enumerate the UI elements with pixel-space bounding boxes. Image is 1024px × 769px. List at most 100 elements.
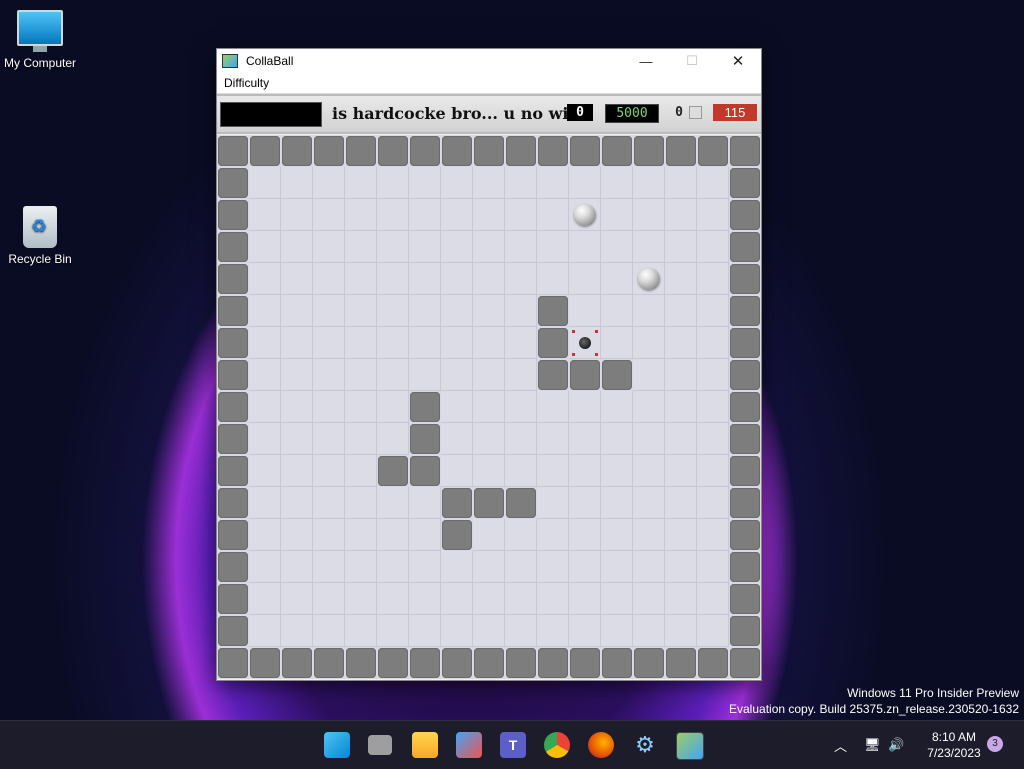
wall-block bbox=[730, 264, 760, 294]
wall-block bbox=[730, 392, 760, 422]
window-title: CollaBall bbox=[246, 54, 294, 68]
chrome-icon[interactable] bbox=[544, 732, 570, 758]
floor-tile bbox=[473, 615, 505, 647]
floor-tile bbox=[345, 487, 377, 519]
wall-block bbox=[602, 136, 632, 166]
wall-block bbox=[730, 360, 760, 390]
firefox-icon[interactable] bbox=[588, 732, 614, 758]
floor-tile bbox=[441, 391, 473, 423]
wall-block bbox=[538, 296, 568, 326]
floor-tile bbox=[377, 551, 409, 583]
wall-block bbox=[346, 648, 376, 678]
wall-block bbox=[218, 296, 248, 326]
notification-badge[interactable]: 3 bbox=[987, 736, 1003, 752]
wall-block bbox=[282, 136, 312, 166]
floor-tile bbox=[665, 455, 697, 487]
floor-tile bbox=[633, 167, 665, 199]
floor-tile bbox=[473, 199, 505, 231]
wall-block bbox=[250, 648, 280, 678]
store-icon[interactable] bbox=[456, 732, 482, 758]
wall-block bbox=[698, 136, 728, 166]
minimize-button[interactable]: — bbox=[623, 49, 669, 73]
desktop-icon-my-computer[interactable]: My Computer bbox=[0, 10, 80, 70]
floor-tile bbox=[441, 583, 473, 615]
game-board[interactable] bbox=[217, 135, 761, 679]
floor-tile bbox=[249, 231, 281, 263]
floor-tile bbox=[569, 551, 601, 583]
floor-tile bbox=[505, 615, 537, 647]
wall-block bbox=[730, 520, 760, 550]
wall-block bbox=[314, 136, 344, 166]
network-icon[interactable]: 🖥 bbox=[864, 721, 881, 769]
wall-block bbox=[730, 328, 760, 358]
floor-tile bbox=[633, 295, 665, 327]
floor-tile bbox=[537, 583, 569, 615]
floor-tile bbox=[633, 231, 665, 263]
item-count: 0 bbox=[675, 105, 683, 120]
hole-marker bbox=[595, 330, 598, 333]
floor-tile bbox=[345, 423, 377, 455]
wall-block bbox=[474, 136, 504, 166]
start-icon[interactable] bbox=[324, 732, 350, 758]
floor-tile bbox=[377, 391, 409, 423]
floor-tile bbox=[601, 263, 633, 295]
floor-tile bbox=[313, 263, 345, 295]
floor-tile bbox=[441, 263, 473, 295]
floor-tile bbox=[281, 519, 313, 551]
floor-tile bbox=[537, 167, 569, 199]
wall-block bbox=[730, 456, 760, 486]
floor-tile bbox=[665, 519, 697, 551]
wall-block bbox=[634, 648, 664, 678]
wall-block bbox=[442, 648, 472, 678]
floor-tile bbox=[697, 583, 729, 615]
task-view-icon[interactable] bbox=[368, 735, 392, 755]
floor-tile bbox=[441, 167, 473, 199]
desktop-icon-recycle-bin[interactable]: Recycle Bin bbox=[0, 206, 80, 266]
floor-tile bbox=[601, 583, 633, 615]
floor-tile bbox=[345, 583, 377, 615]
lives-counter: 0 bbox=[567, 104, 593, 121]
floor-tile bbox=[345, 519, 377, 551]
floor-tile bbox=[697, 295, 729, 327]
wall-block bbox=[730, 616, 760, 646]
wall-block bbox=[218, 360, 248, 390]
metal-ball[interactable] bbox=[574, 204, 596, 226]
floor-tile bbox=[409, 487, 441, 519]
floor-tile bbox=[505, 167, 537, 199]
metal-ball[interactable] bbox=[638, 268, 660, 290]
wall-block bbox=[410, 648, 440, 678]
floor-tile bbox=[601, 295, 633, 327]
wall-block bbox=[410, 136, 440, 166]
wall-block bbox=[314, 648, 344, 678]
wall-block bbox=[442, 520, 472, 550]
wall-block bbox=[538, 360, 568, 390]
computer-icon bbox=[17, 10, 63, 52]
tray-chevron-icon[interactable]: ︿ bbox=[834, 721, 847, 769]
settings-icon[interactable]: ⚙ bbox=[632, 732, 658, 758]
desktop-icon-label: Recycle Bin bbox=[8, 252, 72, 266]
floor-tile bbox=[377, 615, 409, 647]
clock[interactable]: 8:10 AM 7/23/2023 bbox=[910, 729, 998, 761]
floor-tile bbox=[313, 327, 345, 359]
wall-block bbox=[730, 488, 760, 518]
teams-icon[interactable]: T bbox=[500, 732, 526, 758]
floor-tile bbox=[313, 423, 345, 455]
floor-tile bbox=[697, 231, 729, 263]
wall-block bbox=[282, 648, 312, 678]
title-bar[interactable]: CollaBall — ☐ ✕ bbox=[217, 49, 761, 73]
menu-difficulty[interactable]: Difficulty bbox=[224, 76, 269, 90]
floor-tile bbox=[697, 519, 729, 551]
volume-icon[interactable]: 🔊 bbox=[888, 721, 904, 769]
collaball-taskbar-icon[interactable] bbox=[676, 732, 704, 760]
floor-tile bbox=[633, 327, 665, 359]
floor-tile bbox=[281, 391, 313, 423]
floor-tile bbox=[249, 423, 281, 455]
wall-block bbox=[218, 456, 248, 486]
wall-block bbox=[730, 136, 760, 166]
floor-tile bbox=[441, 615, 473, 647]
app-icon bbox=[222, 54, 238, 68]
close-button[interactable]: ✕ bbox=[715, 49, 761, 73]
maximize-button[interactable]: ☐ bbox=[669, 49, 715, 73]
file-explorer-icon[interactable] bbox=[412, 732, 438, 758]
wall-block bbox=[730, 296, 760, 326]
